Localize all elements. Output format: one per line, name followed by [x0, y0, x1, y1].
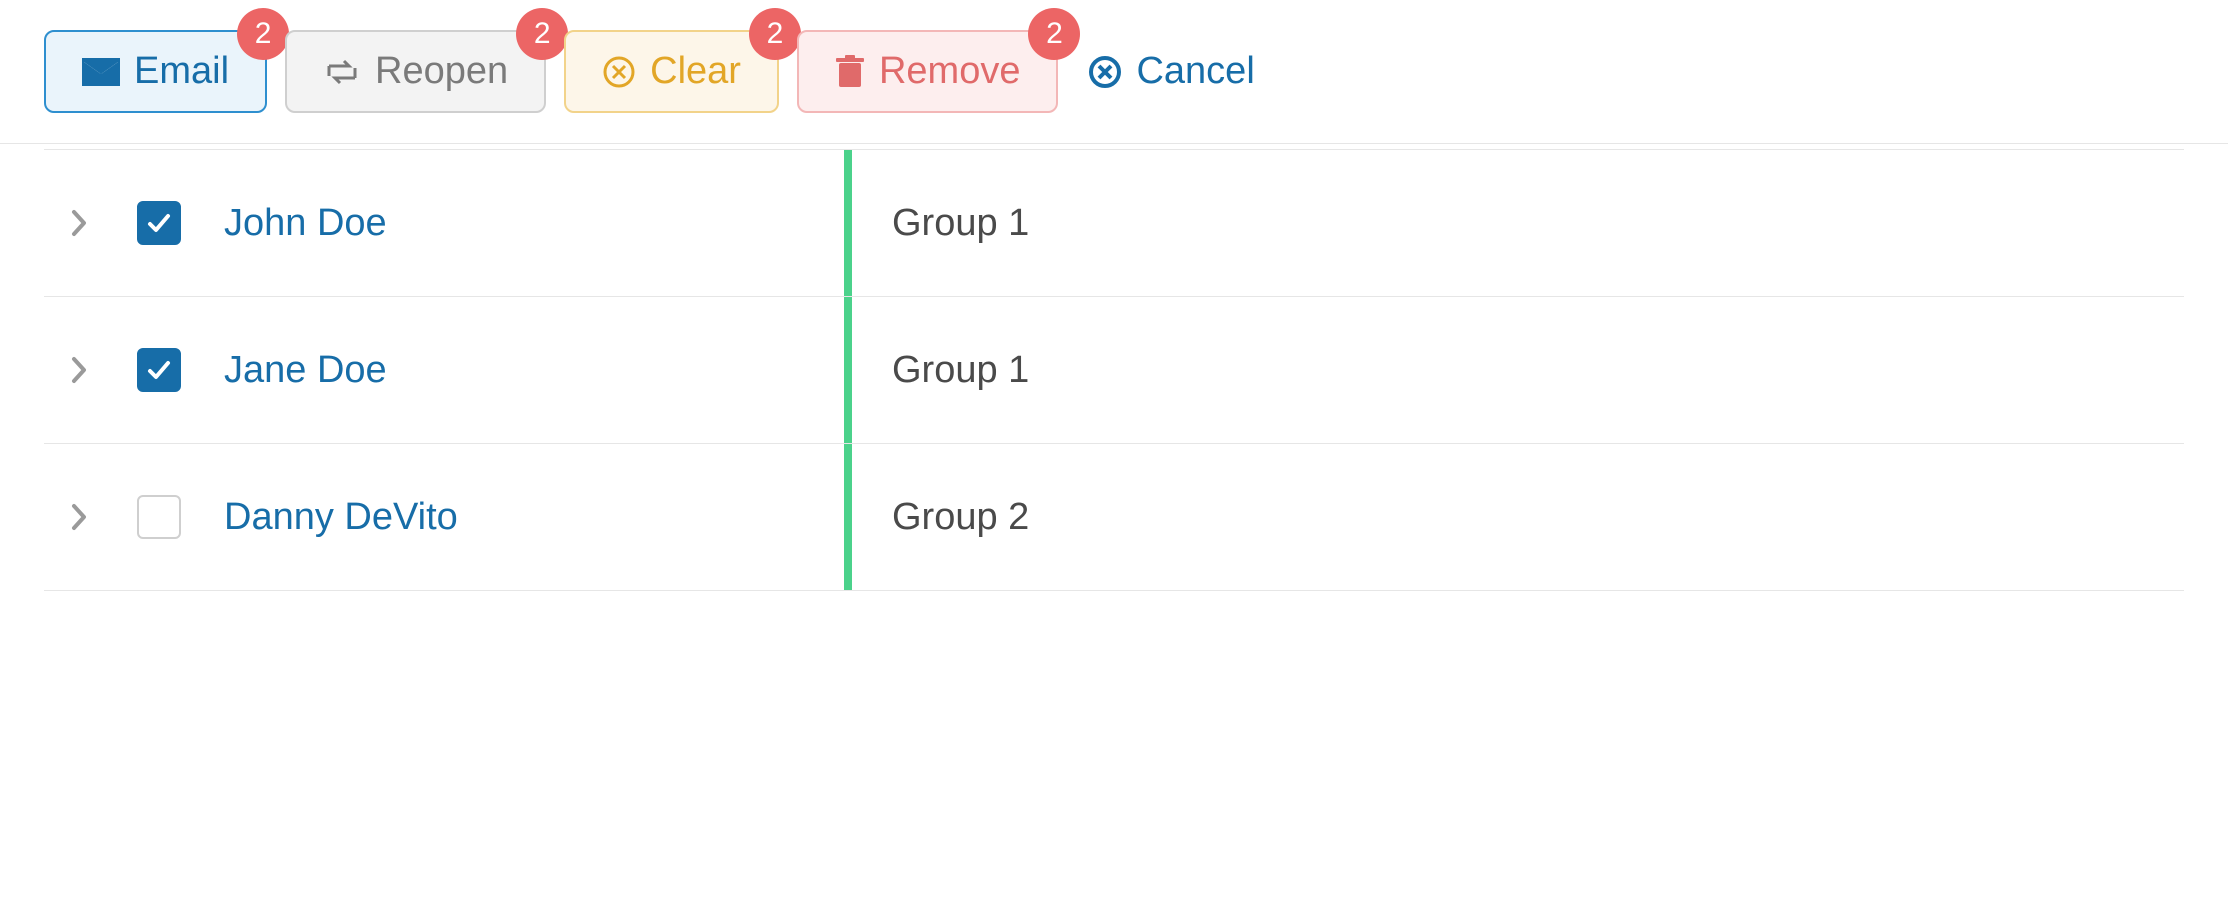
clear-button[interactable]: Clear 2 — [564, 30, 779, 113]
reopen-button-label: Reopen — [375, 50, 508, 93]
envelope-icon — [82, 58, 120, 86]
status-divider — [844, 150, 852, 296]
trash-icon — [835, 55, 865, 89]
remove-button-label: Remove — [879, 50, 1021, 93]
row-group-cell: Group 2 — [892, 496, 1029, 539]
email-button-label: Email — [134, 50, 229, 93]
chevron-right-icon — [70, 502, 88, 532]
chevron-right-icon — [70, 208, 88, 238]
user-link[interactable]: John Doe — [224, 202, 387, 244]
cancel-button[interactable]: Cancel — [1076, 32, 1290, 111]
row-checkbox-cell — [114, 348, 204, 392]
reopen-button[interactable]: Reopen 2 — [285, 30, 546, 113]
row-group-cell: Group 1 — [892, 349, 1029, 392]
list-row: Jane Doe Group 1 — [44, 296, 2184, 444]
list-row: Danny DeVito Group 2 — [44, 443, 2184, 591]
chevron-right-icon — [70, 355, 88, 385]
user-link[interactable]: Jane Doe — [224, 349, 387, 391]
expand-toggle[interactable] — [44, 208, 114, 238]
user-link[interactable]: Danny DeVito — [224, 496, 458, 538]
cancel-button-label: Cancel — [1136, 50, 1254, 93]
row-checkbox-cell — [114, 201, 204, 245]
email-badge: 2 — [237, 8, 289, 60]
circle-x-icon — [1088, 55, 1122, 89]
clear-button-label: Clear — [650, 50, 741, 93]
expand-toggle[interactable] — [44, 355, 114, 385]
retweet-icon — [323, 58, 361, 86]
row-group-cell: Group 1 — [892, 202, 1029, 245]
status-divider — [844, 297, 852, 443]
remove-badge: 2 — [1028, 8, 1080, 60]
user-list: John Doe Group 1 Jane Doe Group 1 — [0, 149, 2228, 591]
row-name-cell: John Doe — [204, 202, 844, 245]
action-toolbar: Email 2 Reopen 2 Clear 2 — [0, 0, 2228, 144]
list-row: John Doe Group 1 — [44, 149, 2184, 297]
remove-button[interactable]: Remove 2 — [797, 30, 1059, 113]
reopen-badge: 2 — [516, 8, 568, 60]
row-checkbox[interactable] — [137, 201, 181, 245]
row-checkbox-cell — [114, 495, 204, 539]
circle-x-icon — [602, 55, 636, 89]
clear-badge: 2 — [749, 8, 801, 60]
email-button[interactable]: Email 2 — [44, 30, 267, 113]
row-checkbox[interactable] — [137, 348, 181, 392]
row-checkbox[interactable] — [137, 495, 181, 539]
row-name-cell: Danny DeVito — [204, 496, 844, 539]
expand-toggle[interactable] — [44, 502, 114, 532]
row-name-cell: Jane Doe — [204, 349, 844, 392]
status-divider — [844, 444, 852, 590]
